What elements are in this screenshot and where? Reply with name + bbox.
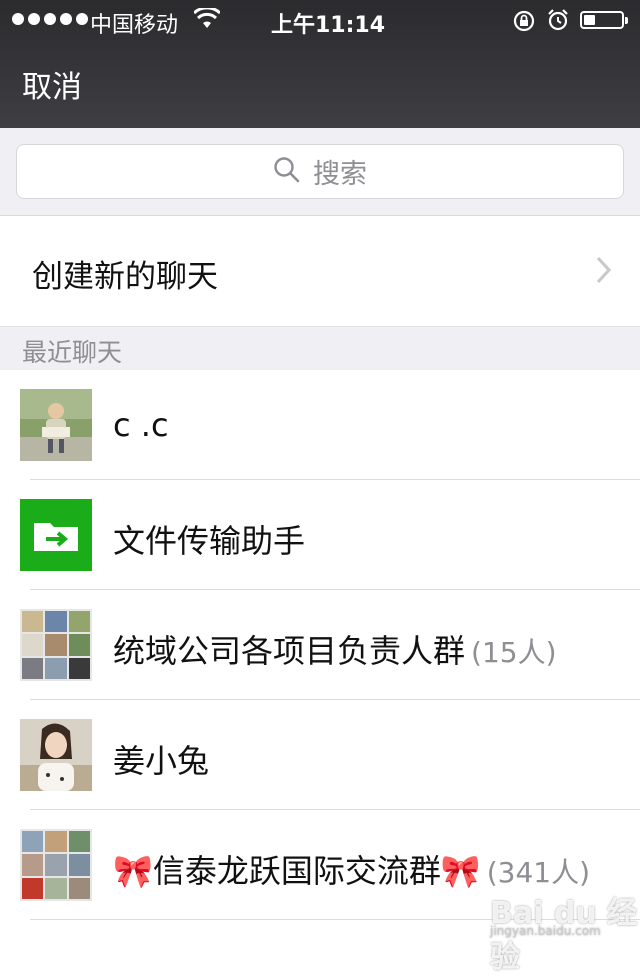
chat-title: 统域公司各项目负责人群 (113, 632, 466, 670)
cancel-button[interactable]: 取消 (22, 62, 82, 106)
group-avatar (20, 829, 92, 901)
member-count: (15人) (471, 636, 557, 669)
group-avatar (20, 609, 92, 681)
chevron-right-icon (596, 256, 612, 288)
signal-strength-icon (12, 13, 88, 25)
status-time: 上午11:14 (271, 13, 386, 38)
chat-row[interactable]: 文件传输助手 (0, 480, 640, 590)
create-new-chat-label: 创建新的聊天 (32, 259, 218, 295)
section-header-recent: 最近聊天 (0, 326, 640, 370)
section-title: 最近聊天 (22, 338, 123, 367)
search-placeholder: 搜索 (313, 159, 367, 190)
avatar (20, 719, 92, 791)
chat-name: c .c (113, 406, 169, 444)
chat-name: 文件传输助手 (113, 522, 306, 560)
chat-row[interactable]: 统域公司各项目负责人群 (15人) (0, 590, 640, 700)
chat-name: 姜小兔 (113, 742, 210, 780)
carrier-name: 中国移动 (90, 13, 179, 38)
member-count: (341人) (486, 856, 590, 889)
rotation-lock-icon (512, 9, 536, 39)
avatar (20, 389, 92, 461)
watermark-url: jingyan.baidu.com (490, 924, 601, 938)
recent-chat-list: c .c 文件传输助手 统域公司各项目负责人群 (15人) 姜小兔 🎀信泰龙跃国… (0, 370, 640, 920)
battery-icon (580, 11, 628, 29)
file-transfer-icon (20, 499, 92, 571)
alarm-icon (546, 8, 570, 38)
search-bar: 搜索 (0, 128, 640, 216)
battery-fill (584, 15, 595, 25)
status-bar: 中国移动 上午11:14 (0, 0, 640, 40)
search-input[interactable]: 搜索 (16, 144, 624, 199)
wifi-icon (192, 6, 222, 36)
top-bar: 中国移动 上午11:14 取消 (0, 0, 640, 128)
search-icon (273, 156, 301, 188)
chat-name: 🎀信泰龙跃国际交流群🎀 (341人) (113, 846, 590, 892)
chat-row[interactable]: 姜小兔 (0, 700, 640, 810)
chat-row[interactable]: c .c (0, 370, 640, 480)
create-new-chat-row[interactable]: 创建新的聊天 (0, 216, 640, 326)
chat-title: 🎀信泰龙跃国际交流群🎀 (113, 852, 481, 890)
chat-name: 统域公司各项目负责人群 (15人) (113, 626, 557, 672)
baidu-watermark-logo: Bai du 经验 jingyan.baidu.com (490, 888, 640, 976)
